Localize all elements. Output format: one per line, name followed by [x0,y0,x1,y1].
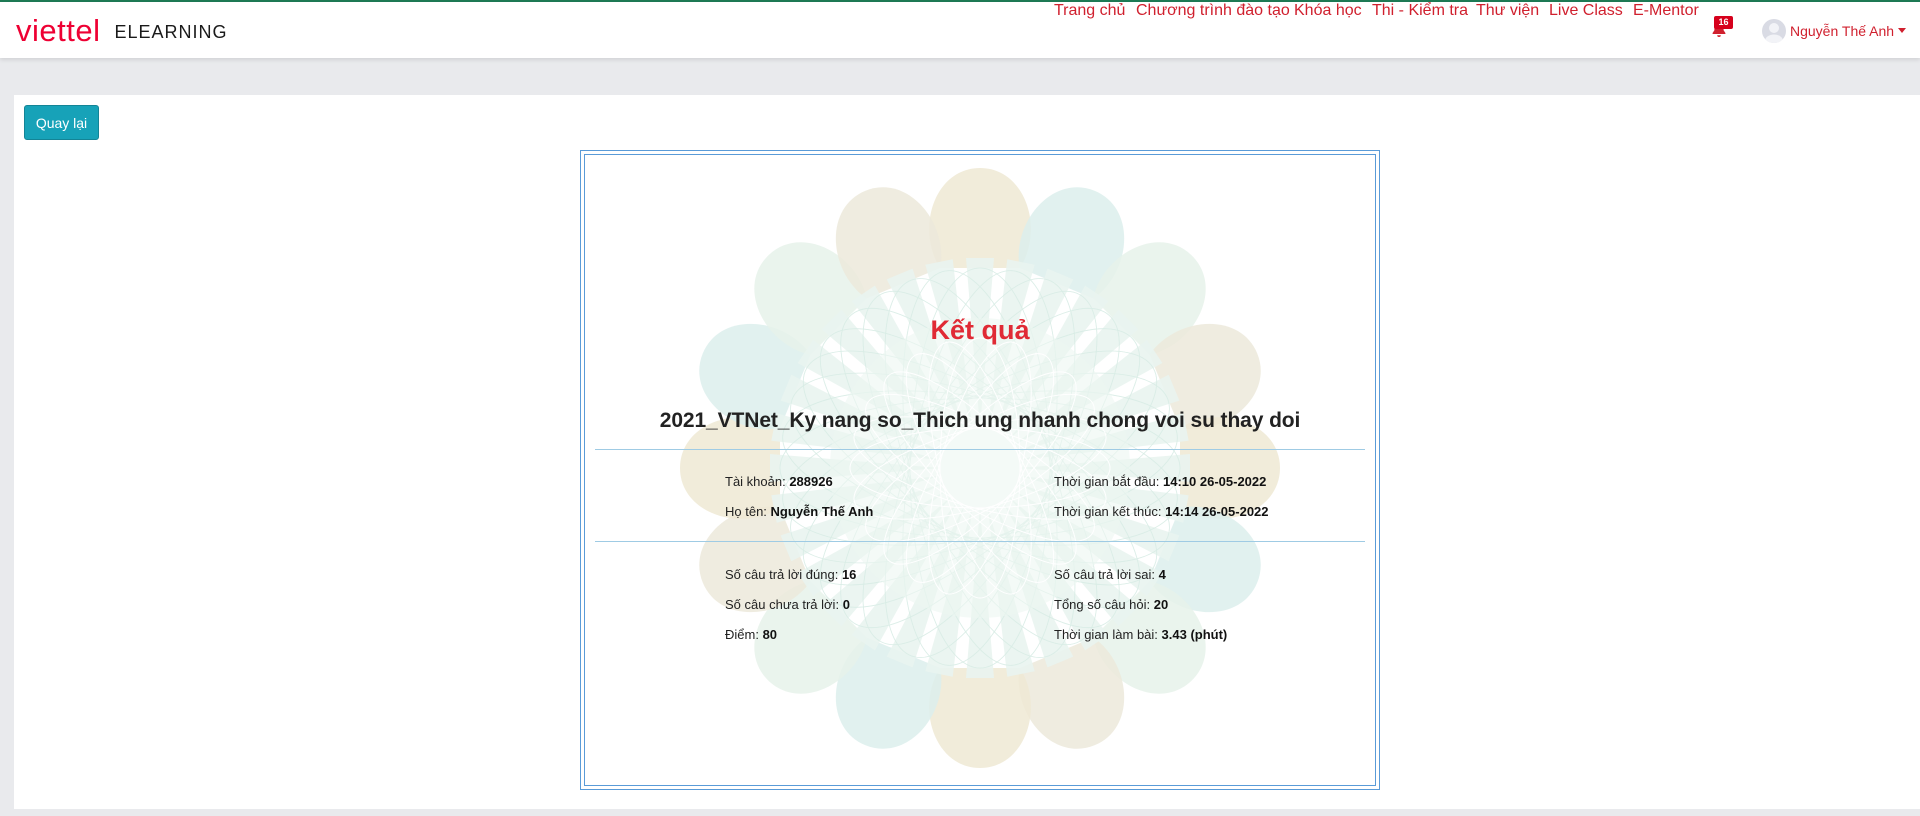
field-start-time-value: 14:10 26-05-2022 [1163,474,1267,489]
field-full-name-label: Họ tên: [725,504,767,519]
nav-item-live-class[interactable]: Live Class [1549,2,1623,20]
user-name: Nguyễn Thế Anh [1790,23,1895,39]
field-duration-label: Thời gian làm bài: [1054,627,1158,642]
field-end-time-value: 14:14 26-05-2022 [1165,504,1269,519]
field-account-label: Tài khoản: [725,474,786,489]
field-total-questions-value: 20 [1153,597,1169,612]
nav-item-library[interactable]: Thư viện [1476,2,1539,20]
user-avatar-icon[interactable] [1762,19,1786,43]
field-full-name-value: Nguyễn Thế Anh [770,504,874,519]
field-unanswered-label: Số câu chưa trả lời: [725,597,840,612]
field-start-time: Thời gian bắt đầu: 14:10 26-05-2022 [1054,474,1266,489]
field-full-name: Họ tên: Nguyễn Thế Anh [725,504,873,519]
user-menu-toggle[interactable]: Nguyễn Thế Anh [1790,23,1907,39]
divider-top [595,449,1365,450]
top-navbar: viettel ELEARNING Trang chủ Chương trình… [0,2,1920,58]
field-correct-answers-label: Số câu trả lời đúng: [725,567,839,582]
field-unanswered: Số câu chưa trả lời: 0 [725,597,850,612]
chevron-down-icon [1898,28,1907,33]
nav-item-e-mentor[interactable]: E-Mentor [1633,2,1699,20]
result-certificate: Kết quả 2021_VTNet_Ky nang so_Thich ung … [580,150,1380,790]
field-duration: Thời gian làm bài: 3.43 (phút) [1054,627,1227,642]
back-button[interactable]: Quay lại [24,105,99,140]
field-end-time-label: Thời gian kết thúc: [1054,504,1162,519]
field-unanswered-value: 0 [842,597,850,612]
certificate-inner-frame: Kết quả 2021_VTNet_Ky nang so_Thich ung … [584,154,1376,786]
field-duration-value: 3.43 (phút) [1161,627,1228,642]
field-end-time: Thời gian kết thúc: 14:14 26-05-2022 [1054,504,1269,519]
field-correct-answers-value: 16 [841,567,857,582]
field-correct-answers: Số câu trả lời đúng: 16 [725,567,856,582]
field-start-time-label: Thời gian bắt đầu: [1054,474,1160,489]
field-account-value: 288926 [789,474,833,489]
field-score-value: 80 [762,627,778,642]
nav-item-courses[interactable]: Khóa học [1294,2,1362,20]
field-account: Tài khoản: 288926 [725,474,833,489]
nav-item-exams[interactable]: Thi - Kiểm tra [1372,2,1468,20]
nav-item-training-programs[interactable]: Chương trình đào tạo [1136,2,1290,20]
field-wrong-answers-label: Số câu trả lời sai: [1054,567,1156,582]
field-wrong-answers: Số câu trả lời sai: 4 [1054,567,1166,582]
result-title: Kết quả [930,315,1030,345]
nav-item-home[interactable]: Trang chủ [1054,2,1125,20]
divider-bottom [595,541,1365,542]
field-total-questions-label: Tổng số câu hỏi: [1054,597,1151,612]
field-total-questions: Tổng số câu hỏi: 20 [1054,597,1168,612]
viettel-logo: viettel [16,12,101,48]
field-score-label: Điểm: [725,627,759,642]
exam-name: 2021_VTNet_Ky nang so_Thich ung nhanh ch… [659,409,1301,432]
brand-product-name: ELEARNING [114,21,228,42]
brand-logo-link[interactable]: viettel ELEARNING [16,10,228,50]
field-wrong-answers-value: 4 [1158,567,1166,582]
field-score: Điểm: 80 [725,627,777,642]
guilloche-rosette-watermark [680,168,1280,768]
notification-count-badge: 16 [1714,16,1733,29]
